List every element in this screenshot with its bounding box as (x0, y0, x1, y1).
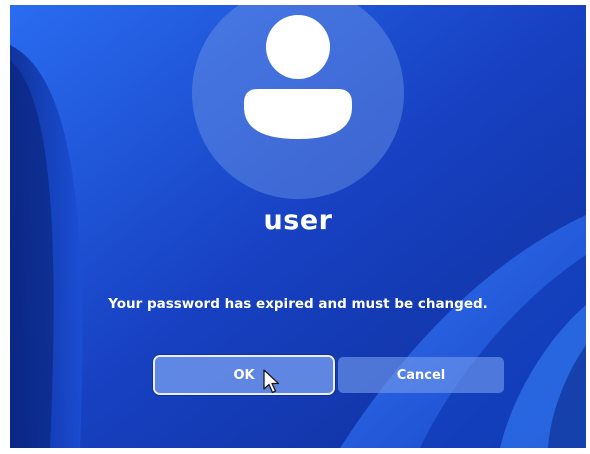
lock-screen: user Your password has expired and must … (10, 5, 586, 448)
cancel-button[interactable]: Cancel (338, 357, 504, 393)
mouse-pointer-icon (263, 369, 280, 394)
ok-button-label: OK (233, 367, 255, 383)
user-name: user (263, 205, 333, 236)
ok-button[interactable]: OK (155, 357, 333, 393)
user-avatar-icon (244, 15, 352, 139)
password-expired-message: Your password has expired and must be ch… (108, 296, 488, 312)
avatar (192, 5, 404, 199)
cancel-button-label: Cancel (396, 367, 446, 383)
